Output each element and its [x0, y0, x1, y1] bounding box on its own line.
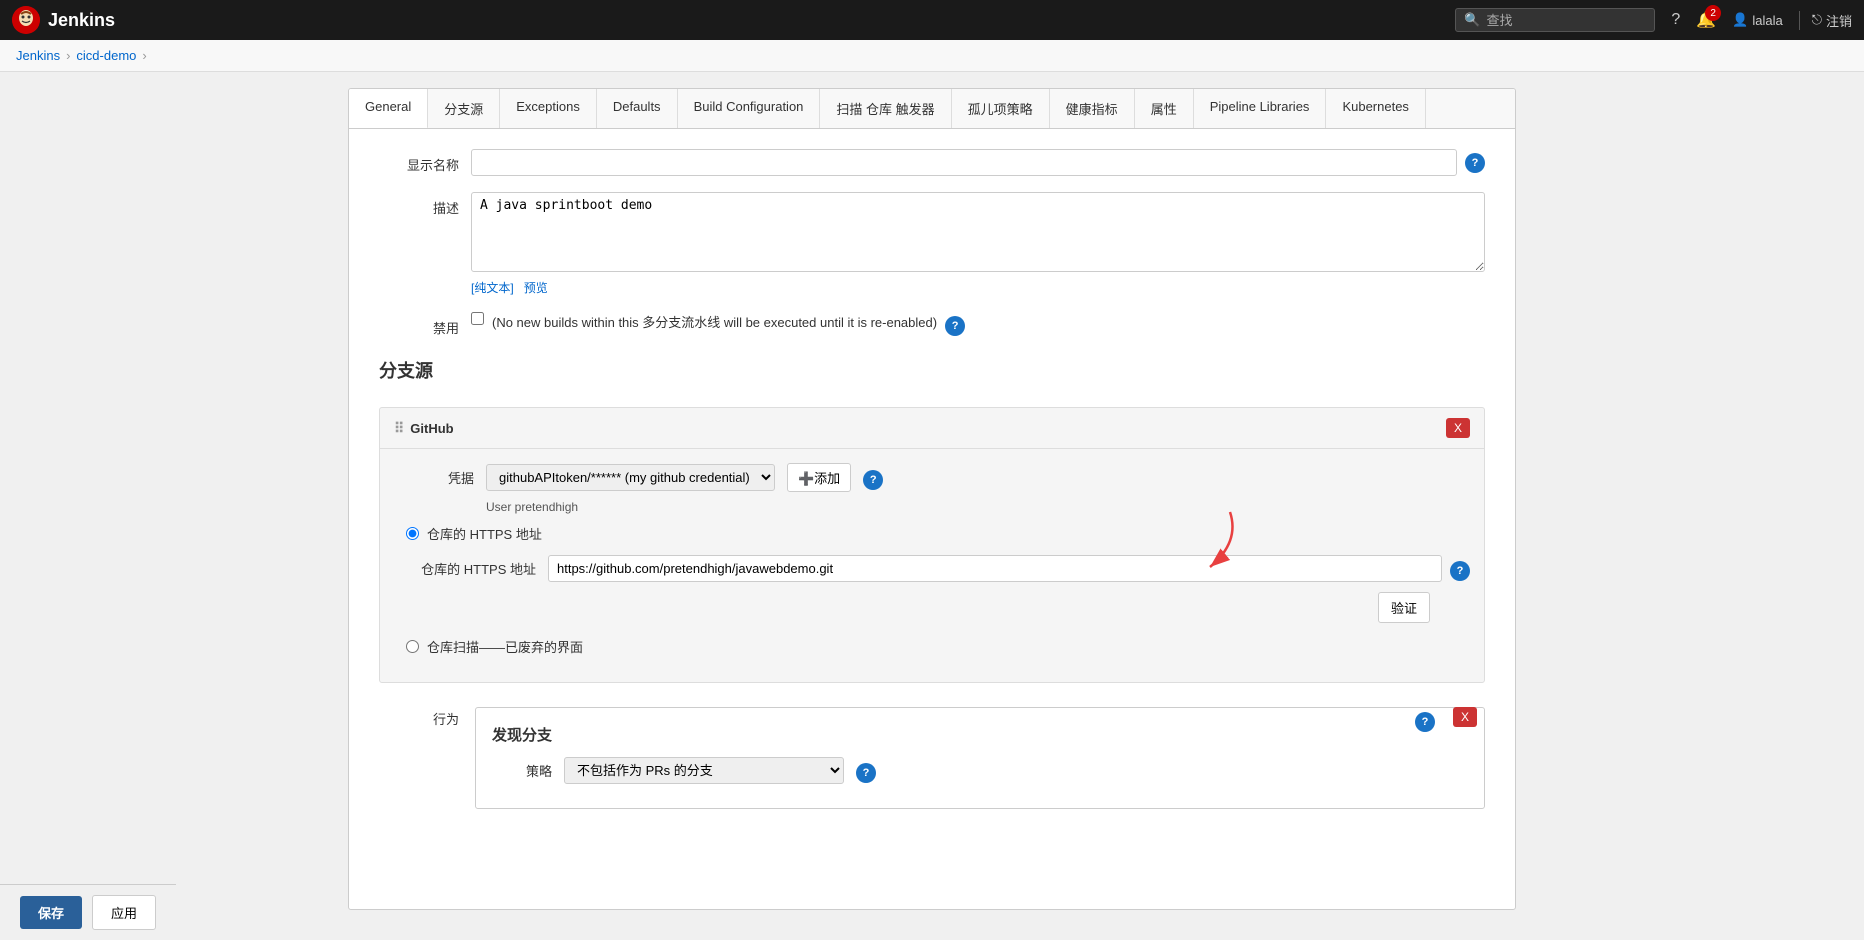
validate-button[interactable]: 验证: [1378, 592, 1430, 623]
tab-general[interactable]: General: [349, 89, 428, 129]
notification-count: 2: [1705, 5, 1721, 21]
tab-health-metrics[interactable]: 健康指标: [1050, 89, 1135, 128]
display-name-input[interactable]: [471, 149, 1457, 176]
tab-properties[interactable]: 属性: [1135, 89, 1194, 128]
tabs-header: General 分支源 Exceptions Defaults Build Co…: [349, 89, 1515, 129]
user-menu[interactable]: 👤 lalala: [1732, 12, 1783, 28]
display-name-label: 显示名称: [379, 149, 459, 174]
user-icon: 👤: [1732, 12, 1748, 28]
https-radio-option: 仓库的 HTTPS 地址: [394, 524, 1470, 543]
form-content: 显示名称 ? 描述 A java sprintboot demo [纯文本] 预…: [349, 129, 1515, 909]
github-body: 凭据 githubAPItoken/****** (my github cred…: [380, 449, 1484, 682]
strategy-help[interactable]: ?: [856, 763, 876, 783]
logout-label: 注销: [1826, 11, 1852, 30]
disabled-wrap: (No new builds within this 多分支流水线 will b…: [471, 312, 1485, 336]
github-close-button[interactable]: X: [1446, 418, 1470, 438]
https-radio-label: 仓库的 HTTPS 地址: [427, 524, 542, 543]
drag-handle-icon[interactable]: ⠿: [394, 420, 404, 437]
discover-help[interactable]: ?: [1415, 712, 1435, 732]
https-radio[interactable]: [406, 527, 419, 540]
credentials-help[interactable]: ?: [863, 470, 883, 490]
disabled-label: 禁用: [379, 312, 459, 337]
help-icon[interactable]: ?: [1671, 11, 1680, 29]
tab-defaults[interactable]: Defaults: [597, 89, 678, 128]
scan-deprecated-radio[interactable]: [406, 640, 419, 653]
rich-text-toolbar: [纯文本] 预览: [471, 279, 1485, 296]
disabled-help[interactable]: ?: [945, 316, 965, 336]
apply-button[interactable]: 应用: [92, 895, 156, 930]
behavior-label: 行为: [379, 699, 459, 809]
credentials-label: 凭据: [394, 468, 474, 487]
add-credential-button[interactable]: ➕添加: [787, 463, 851, 492]
tab-build-config[interactable]: Build Configuration: [678, 89, 821, 128]
credentials-row: 凭据 githubAPItoken/****** (my github cred…: [394, 463, 1470, 492]
disabled-checkbox[interactable]: [471, 312, 484, 325]
discover-close-button[interactable]: X: [1453, 707, 1477, 727]
scan-deprecated-option: 仓库扫描——已废弃的界面: [394, 637, 1470, 656]
description-row: 描述 A java sprintboot demo [纯文本] 预览: [379, 192, 1485, 296]
discover-section: 发现分支 策略 不包括作为 PRs 的分支 ?: [475, 707, 1485, 809]
branch-sources-section-header: 分支源: [379, 357, 1485, 391]
logout-icon: ⎋: [1812, 12, 1822, 28]
tab-branch-sources[interactable]: 分支源: [428, 89, 500, 128]
strategy-row: 策略 不包括作为 PRs 的分支 ?: [492, 757, 1468, 784]
bottom-actions: 保存 应用: [0, 884, 176, 940]
url-help[interactable]: ?: [1450, 561, 1470, 581]
tabs-container: General 分支源 Exceptions Defaults Build Co…: [348, 88, 1516, 910]
github-branch-source: ⠿ GitHub X 凭据 githubAPItoken/****** (my …: [379, 407, 1485, 683]
disabled-checkbox-text: (No new builds within this 多分支流水线 will b…: [492, 312, 937, 331]
strategy-label: 策略: [492, 761, 552, 780]
credentials-select[interactable]: githubAPItoken/****** (my github credent…: [486, 464, 775, 491]
breadcrumb-project-link[interactable]: cicd-demo: [76, 48, 136, 63]
top-navigation: Jenkins 🔍 ? 🔔 2 👤 lalala ⎋ 注销: [0, 0, 1864, 40]
notification-bell[interactable]: 🔔 2: [1696, 10, 1716, 30]
breadcrumb-sep2: ›: [142, 48, 146, 63]
scan-deprecated-label: 仓库扫描——已废弃的界面: [427, 637, 583, 656]
discover-wrap: X ? 发现分支 策略 不包括作为 PRs 的分支 ?: [475, 699, 1485, 809]
search-icon: 🔍: [1464, 12, 1480, 28]
bottom-section: 行为 X ? 发现分支 策略 不: [379, 699, 1485, 809]
main-content: General 分支源 Exceptions Defaults Build Co…: [332, 72, 1532, 926]
tab-kubernetes[interactable]: Kubernetes: [1326, 89, 1426, 128]
https-url-row: 仓库的 HTTPS 地址 ?: [394, 555, 1470, 582]
tab-orphan-policy[interactable]: 孤儿项策略: [952, 89, 1050, 128]
description-wrap: A java sprintboot demo [纯文本] 预览: [471, 192, 1485, 296]
description-label: 描述: [379, 192, 459, 217]
user-info: User pretendhigh: [394, 500, 1470, 514]
github-title-wrap: ⠿ GitHub: [394, 420, 454, 437]
https-url-input[interactable]: [548, 555, 1442, 582]
strategy-select[interactable]: 不包括作为 PRs 的分支: [564, 757, 844, 784]
url-input-wrap: ?: [548, 555, 1470, 582]
disabled-row: 禁用 (No new builds within this 多分支流水线 wil…: [379, 312, 1485, 337]
breadcrumb: Jenkins › cicd-demo ›: [0, 40, 1864, 72]
breadcrumb-sep1: ›: [66, 48, 70, 63]
jenkins-brand: Jenkins: [48, 10, 115, 31]
https-url-label: 仓库的 HTTPS 地址: [406, 559, 536, 578]
search-box[interactable]: 🔍: [1455, 8, 1655, 32]
display-name-help[interactable]: ?: [1465, 153, 1485, 173]
search-input[interactable]: [1487, 13, 1647, 28]
tab-scan-trigger[interactable]: 扫描 仓库 触发器: [820, 89, 951, 128]
github-title: GitHub: [410, 421, 453, 436]
user-name: lalala: [1752, 13, 1782, 28]
description-textarea[interactable]: A java sprintboot demo: [471, 192, 1485, 272]
logout-button[interactable]: ⎋ 注销: [1799, 11, 1852, 30]
breadcrumb-jenkins-link[interactable]: Jenkins: [16, 48, 60, 63]
validate-row: 验证: [394, 592, 1470, 623]
display-name-wrap: ?: [471, 149, 1485, 176]
tab-pipeline-libraries[interactable]: Pipeline Libraries: [1194, 89, 1327, 128]
tab-exceptions[interactable]: Exceptions: [500, 89, 597, 128]
display-name-row: 显示名称 ?: [379, 149, 1485, 176]
github-header: ⠿ GitHub X: [380, 408, 1484, 449]
preview-link[interactable]: 预览: [524, 281, 548, 295]
arrow-svg: [1150, 502, 1270, 582]
discover-header: 发现分支: [492, 724, 1468, 745]
plain-text-link[interactable]: [纯文本]: [471, 281, 514, 295]
save-button[interactable]: 保存: [20, 896, 82, 929]
discover-title: 发现分支: [492, 724, 552, 745]
jenkins-logo: [12, 6, 40, 34]
